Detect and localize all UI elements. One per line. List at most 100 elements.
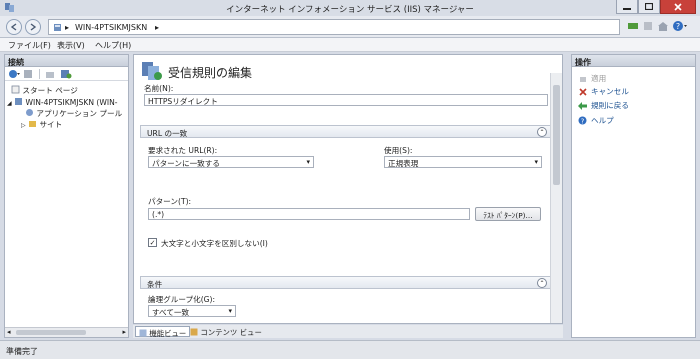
apply-action[interactable]: 適用 [578,73,606,84]
address-field[interactable]: ▸ WIN-4PTSIKMJSKN ▸ [48,19,620,35]
help-icon: ? [578,116,587,125]
rule-name-input[interactable]: HTTPSリダイレクト [144,94,548,106]
back-button[interactable] [6,19,22,35]
section-title: 条件 [147,280,163,289]
test-pattern-button[interactable]: ﾃｽﾄ ﾊﾟﾀｰﾝ(P)... [475,207,541,221]
conditions-section-header[interactable]: 条件 ⌃ [140,276,552,289]
maximize-icon [645,3,653,10]
folder-icon[interactable] [45,69,55,79]
requested-url-select[interactable]: パターンに一致する ▾ [148,156,314,168]
tree-item-server[interactable]: ◢ WIN-4PTSIKMJSKN (WIN- [7,97,118,107]
expand-triangle-icon[interactable]: ▷ [21,122,26,129]
address-bar: ▸ WIN-4PTSIKMJSKN ▸ ? [0,16,700,38]
name-label: 名前(N): [144,84,174,93]
close-button[interactable] [660,0,696,14]
minimize-button[interactable] [616,0,638,14]
back-to-rules-action[interactable]: 規則に戻る [578,100,629,111]
connect-icon[interactable] [627,20,639,32]
stop-icon[interactable] [642,20,654,32]
svg-text:?: ? [676,22,680,31]
section-title: URL の一致 [147,129,188,138]
apply-icon [578,74,587,83]
logical-grouping-select[interactable]: すべて一致 ▾ [148,305,236,317]
pattern-input[interactable]: (.*) [148,208,470,220]
breadcrumb-chevron-icon[interactable]: ▸ [65,23,69,32]
forward-button[interactable] [25,19,41,35]
rule-editor-pane: 受信規則の編集 名前(N): HTTPSリダイレクト URL の一致 ⌃ 要求さ… [133,54,563,324]
save-icon[interactable] [23,69,33,79]
address-bar-tools: ? [627,20,687,32]
view-tabs: 機能ビュー コンテンツ ビュー [133,325,563,338]
scroll-left-icon[interactable]: ◂ [7,328,11,336]
back-arrow-icon [10,23,17,31]
tab-label: 機能ビュー [149,329,187,338]
tab-content-view[interactable]: コンテンツ ビュー [187,326,265,337]
ignore-case-checkbox[interactable]: ✓ [148,238,157,247]
start-page-icon [11,85,20,94]
select-value: パターンに一致する [152,159,220,168]
connections-title: 接続 [5,55,128,67]
url-match-section-header[interactable]: URL の一致 ⌃ [140,125,552,138]
status-bar: 準備完了 [0,340,700,359]
action-label: 適用 [591,74,607,83]
content-view-icon [190,328,198,336]
help-dropdown-icon[interactable]: ? [672,20,687,32]
action-label: ヘルプ [591,116,614,125]
menu-bar: ファイル(F) 表示(V) ヘルプ(H) [0,38,700,52]
sites-icon [29,121,37,127]
minimize-icon [623,7,631,10]
connections-pane: 接続 スタート ページ ◢ WIN-4PTSIKMJSKN (WIN- アプリケ… [4,54,129,338]
tree-item-app-pools[interactable]: アプリケーション プール [25,108,122,119]
horizontal-scrollbar[interactable]: ◂ ▸ [5,327,128,337]
scroll-thumb[interactable] [16,330,86,335]
menu-view[interactable]: 表示(V) [57,40,85,51]
connect-globe-icon[interactable] [8,69,20,79]
collapse-chevron-icon[interactable]: ⌃ [537,127,547,137]
menu-file[interactable]: ファイル(F) [8,40,51,51]
breadcrumb-chevron-icon[interactable]: ▸ [155,23,159,32]
edit-rule-form: 名前(N): HTTPSリダイレクト URL の一致 ⌃ 要求された URL(R… [140,81,552,323]
vertical-scrollbar[interactable] [550,73,562,323]
action-label: 規則に戻る [591,101,629,110]
action-label: キャンセル [591,87,629,96]
page-title: 受信規則の編集 [168,66,253,80]
scroll-thumb[interactable] [553,85,560,185]
tab-label: コンテンツ ビュー [200,328,262,337]
svg-text:?: ? [581,117,585,125]
server-icon [54,24,61,31]
url-rewrite-icon [142,62,162,80]
cancel-action[interactable]: キャンセル [578,86,629,97]
collapse-triangle-icon[interactable]: ◢ [7,100,12,107]
collapse-chevron-icon[interactable]: ⌃ [537,278,547,288]
maximize-button[interactable] [638,0,660,14]
actions-title: 操作 [572,55,695,67]
tree-label: スタート ページ [22,86,78,95]
help-action[interactable]: ? ヘルプ [578,115,614,126]
actions-pane: 操作 適用 キャンセル 規則に戻る ? ヘルプ [571,54,696,338]
features-view-icon [139,329,147,337]
breadcrumb-server[interactable]: WIN-4PTSIKMJSKN [75,23,147,32]
using-label: 使用(S): [384,146,413,155]
tab-features-view[interactable]: 機能ビュー [135,326,191,338]
chevron-down-icon: ▾ [534,158,538,166]
title-bar: インターネット インフォメーション サービス (IIS) マネージャー [0,0,700,16]
tree-item-sites[interactable]: ▷ サイト [21,119,62,130]
using-select[interactable]: 正規表現 ▾ [384,156,542,168]
cancel-x-icon [578,87,587,96]
server-icon [15,98,23,105]
menu-help[interactable]: ヘルプ(H) [95,40,131,51]
ignore-case-label: 大文字と小文字を区別しない(I) [161,239,268,248]
pattern-label: パターン(T): [148,197,192,206]
select-value: すべて一致 [152,308,190,317]
close-icon [674,2,682,11]
tree-label: アプリケーション プール [36,109,123,118]
connect-server-icon[interactable] [60,69,72,79]
tree-item-start-page[interactable]: スタート ページ [11,85,78,96]
scroll-right-icon[interactable]: ▸ [122,328,126,336]
tree-label: WIN-4PTSIKMJSKN (WIN- [25,98,118,107]
window-controls [616,0,696,14]
chevron-down-icon: ▾ [306,158,310,166]
separator-icon [39,69,40,79]
home-icon[interactable] [657,20,669,32]
tree-label: サイト [39,120,63,129]
